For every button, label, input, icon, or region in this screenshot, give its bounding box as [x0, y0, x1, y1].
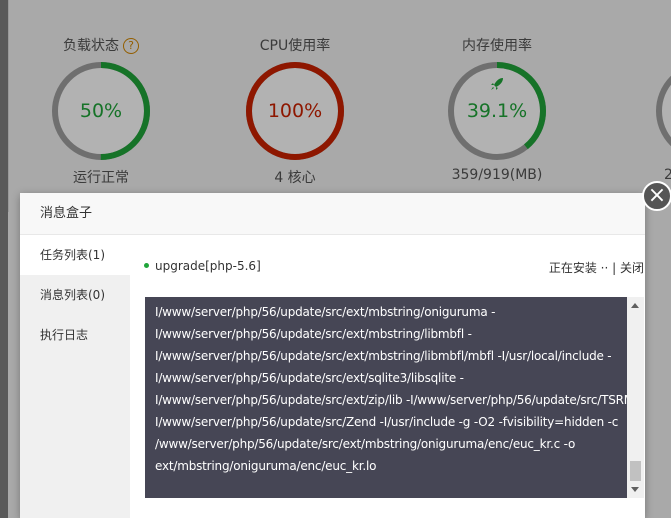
log-line: I/www/server/php/56/update/src/ext/zip/l… [155, 393, 642, 407]
scroll-thumb[interactable] [630, 461, 641, 481]
close-icon[interactable]: × [642, 181, 671, 211]
install-log: I/www/server/php/56/update/src/ext/mbstr… [145, 297, 644, 477]
log-line: I/www/server/php/56/update/src/ext/mbstr… [155, 327, 472, 341]
task-status-suffix: ·· [600, 261, 609, 275]
task-content: upgrade[php-5.6] 正在安装 ·· | 关闭 I/www/serv… [130, 235, 645, 518]
modal-sidebar: 任务列表(1) 消息列表(0) 执行日志 [20, 235, 130, 518]
log-line: I/www/server/php/56/update/src/ext/mbstr… [155, 349, 612, 363]
message-box-modal: 消息盒子 任务列表(1) 消息列表(0) 执行日志 upgrade[php-5.… [20, 193, 645, 518]
task-status-dot [144, 263, 149, 268]
task-status-text: 正在安装 [548, 261, 597, 275]
task-close-link[interactable]: | 关闭 [612, 261, 644, 275]
modal-title: 消息盒子 [20, 193, 645, 235]
log-line: I/www/server/php/56/update/src/Zend -I/u… [155, 415, 619, 429]
task-name: upgrade[php-5.6] [155, 259, 261, 273]
tab-execution-log[interactable]: 执行日志 [20, 315, 130, 355]
install-log-terminal[interactable]: I/www/server/php/56/update/src/ext/mbstr… [145, 297, 644, 498]
tab-message-list[interactable]: 消息列表(0) [20, 275, 130, 315]
log-line: I/www/server/php/56/update/src/ext/mbstr… [155, 305, 496, 319]
task-row: upgrade[php-5.6] 正在安装 ·· | 关闭 [144, 259, 644, 277]
log-scrollbar[interactable] [627, 297, 644, 498]
scroll-up-arrow-icon[interactable] [631, 303, 639, 308]
log-line: I/www/server/php/56/update/src/ext/sqlit… [155, 371, 464, 385]
scroll-down-arrow-icon[interactable] [631, 487, 639, 492]
tab-task-list[interactable]: 任务列表(1) [20, 235, 130, 275]
log-line: /www/server/php/56/update/src/ext/mbstri… [155, 437, 576, 451]
log-line: ext/mbstring/oniguruma/enc/euc_kr.lo [155, 459, 377, 473]
